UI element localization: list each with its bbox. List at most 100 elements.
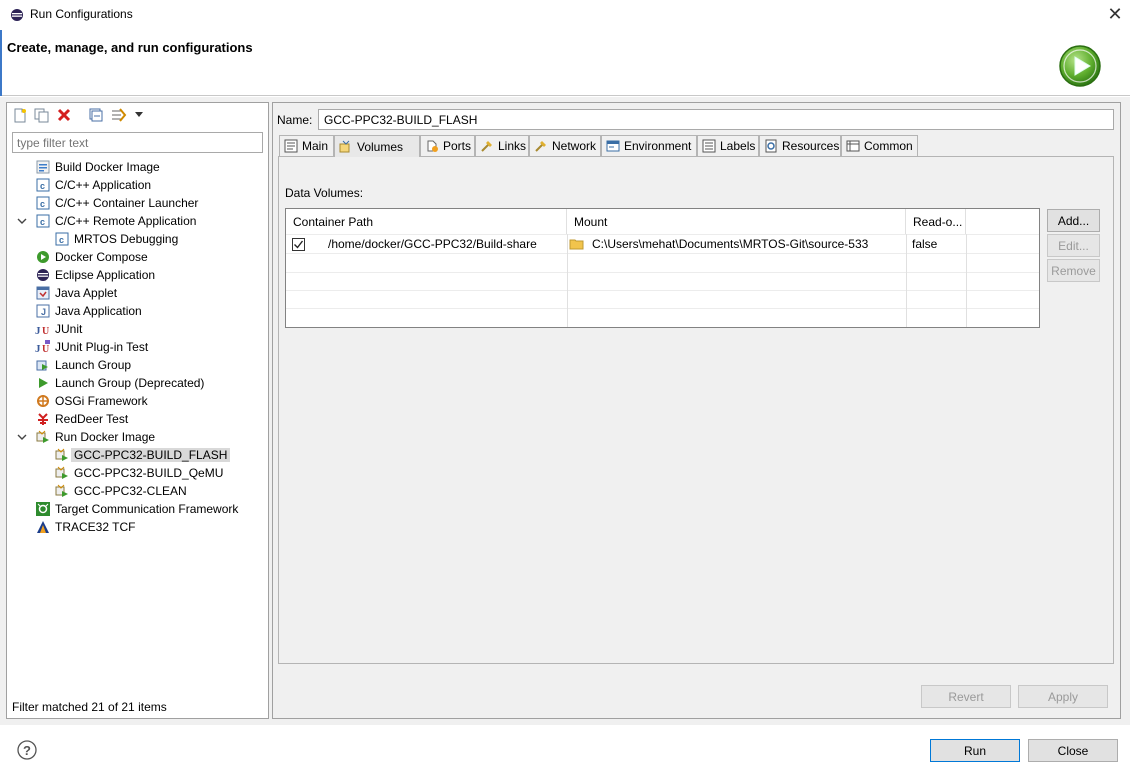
run-button[interactable]: Run <box>930 739 1020 762</box>
svg-text:c: c <box>40 217 45 227</box>
duplicate-configuration-icon[interactable] <box>33 107 49 123</box>
filter-configurations-icon[interactable] <box>111 107 127 123</box>
tree-item-launch-group[interactable]: Launch Group <box>35 356 131 374</box>
svg-text:U: U <box>42 344 49 354</box>
tab-environment[interactable]: Environment <box>601 135 697 156</box>
tab-resources[interactable]: Resources <box>759 135 841 156</box>
new-configuration-icon[interactable] <box>12 107 28 123</box>
c-app-icon: c <box>35 195 51 211</box>
svg-text:J: J <box>41 307 46 317</box>
add-volume-button[interactable]: Add... <box>1047 209 1100 232</box>
revert-button[interactable]: Revert <box>921 685 1011 708</box>
expand-chevron-icon[interactable] <box>16 215 28 227</box>
window-edge <box>0 30 2 96</box>
c-app-icon: c <box>35 213 51 229</box>
tree-item-run-docker-image[interactable]: Run Docker Image <box>35 428 155 446</box>
volumes-tab-icon <box>339 140 353 154</box>
labels-tab-icon <box>702 139 716 153</box>
junit-icon: JU <box>35 321 51 337</box>
tree-item-trace32-tcf[interactable]: TRACE32 TCF <box>35 518 135 536</box>
tree-item-gcc-ppc32-build-qemu[interactable]: GCC-PPC32-BUILD_QeMU <box>54 464 223 482</box>
tree-item-osgi-framework[interactable]: OSGi Framework <box>35 392 148 410</box>
c-app-icon: c <box>54 231 70 247</box>
network-tab-icon <box>534 139 548 153</box>
tree-item-launch-group-deprecated[interactable]: Launch Group (Deprecated) <box>35 374 204 392</box>
edit-volume-button[interactable]: Edit... <box>1047 234 1100 257</box>
tree-item-java-applet[interactable]: Java Applet <box>35 284 117 302</box>
filter-status-text: Filter matched 21 of 21 items <box>12 700 167 714</box>
help-glyph: ? <box>23 743 31 758</box>
chevron-down-icon[interactable] <box>131 107 147 123</box>
tree-item-gcc-ppc32-build-flash[interactable]: GCC-PPC32-BUILD_FLASH <box>54 446 231 464</box>
tree-item-docker-compose[interactable]: Docker Compose <box>35 248 148 266</box>
reddeer-icon <box>35 411 51 427</box>
column-header-read-only[interactable]: Read-o... <box>906 209 966 234</box>
banner-title: Create, manage, and run configurations <box>7 40 253 55</box>
row-checkbox[interactable] <box>292 235 305 253</box>
tree-item-build-docker-image[interactable]: Build Docker Image <box>35 158 160 176</box>
c-app-icon: c <box>35 177 51 193</box>
remove-volume-button[interactable]: Remove <box>1047 259 1100 282</box>
volumes-table: Container Path Mount Read-o... /home/doc… <box>285 208 1040 328</box>
apply-button[interactable]: Apply <box>1018 685 1108 708</box>
close-button[interactable]: Close <box>1028 739 1118 762</box>
tree-toolbar <box>7 103 268 129</box>
docker-build-icon <box>35 159 51 175</box>
configuration-name-input[interactable] <box>318 109 1114 130</box>
svg-text:c: c <box>59 235 64 245</box>
launch-group-icon <box>35 357 51 373</box>
tree-item-java-application[interactable]: J Java Application <box>35 302 142 320</box>
delete-configuration-icon[interactable] <box>56 107 72 123</box>
tree-item-c-cpp-remote-application[interactable]: c C/C++ Remote Application <box>35 212 196 230</box>
links-tab-icon <box>480 139 494 153</box>
tab-ports[interactable]: Ports <box>420 135 475 156</box>
folder-icon <box>569 235 584 253</box>
tree-item-reddeer-test[interactable]: RedDeer Test <box>35 410 128 428</box>
docker-run-icon <box>54 483 70 499</box>
tab-network[interactable]: Network <box>529 135 601 156</box>
ports-tab-icon <box>425 139 439 153</box>
filter-input[interactable] <box>12 132 263 153</box>
column-header-container-path[interactable]: Container Path <box>286 209 567 234</box>
java-applet-icon <box>35 285 51 301</box>
tree-item-c-cpp-container-launcher[interactable]: c C/C++ Container Launcher <box>35 194 198 212</box>
title-bar: Run Configurations ✕ <box>0 0 1130 30</box>
osgi-icon <box>35 393 51 409</box>
tab-labels[interactable]: Labels <box>697 135 759 156</box>
read-only-cell: false <box>912 237 938 251</box>
column-header-mount[interactable]: Mount <box>567 209 906 234</box>
tab-main[interactable]: Main <box>279 135 334 156</box>
tree-item-eclipse-application[interactable]: Eclipse Application <box>35 266 155 284</box>
close-window-icon[interactable]: ✕ <box>1106 5 1124 23</box>
tree-item-junit-plugin-test[interactable]: JU JUnit Plug-in Test <box>35 338 148 356</box>
collapse-all-icon[interactable] <box>88 107 104 123</box>
expand-chevron-icon[interactable] <box>16 431 28 443</box>
tree-item-mrtos-debugging[interactable]: c MRTOS Debugging <box>54 230 178 248</box>
tab-common[interactable]: Common <box>841 135 918 156</box>
docker-run-icon <box>35 429 51 445</box>
help-icon[interactable]: ? <box>17 740 37 760</box>
java-app-icon: J <box>35 303 51 319</box>
tree-item-target-communication-framework[interactable]: Target Communication Framework <box>35 500 238 518</box>
tree-item-junit[interactable]: JU JUnit <box>35 320 82 338</box>
svg-text:J: J <box>35 343 41 354</box>
trace32-icon <box>35 519 51 535</box>
tab-volumes[interactable]: Volumes <box>334 135 420 157</box>
dialog-banner: Create, manage, and run configurations <box>0 30 1130 96</box>
configuration-tree-panel: Build Docker Image c C/C++ Application c… <box>6 102 269 719</box>
main-tab-icon <box>284 139 298 153</box>
environment-tab-icon <box>606 139 620 153</box>
run-large-icon <box>1059 45 1101 87</box>
tcf-icon <box>35 501 51 517</box>
tab-strip: Main Volumes Ports Links Network Environ… <box>279 135 1114 157</box>
name-label: Name: <box>277 113 313 127</box>
tree-item-gcc-ppc32-clean[interactable]: GCC-PPC32-CLEAN <box>54 482 187 500</box>
window-title: Run Configurations <box>30 7 133 21</box>
tree-item-c-cpp-application[interactable]: c C/C++ Application <box>35 176 151 194</box>
svg-text:U: U <box>42 326 49 336</box>
run-configurations-icon <box>11 9 23 21</box>
tab-links[interactable]: Links <box>475 135 529 156</box>
docker-compose-icon <box>35 249 51 265</box>
mount-cell: C:\Users\mehat\Documents\MRTOS-Git\sourc… <box>592 237 869 251</box>
junit-plugin-icon: JU <box>35 339 51 355</box>
